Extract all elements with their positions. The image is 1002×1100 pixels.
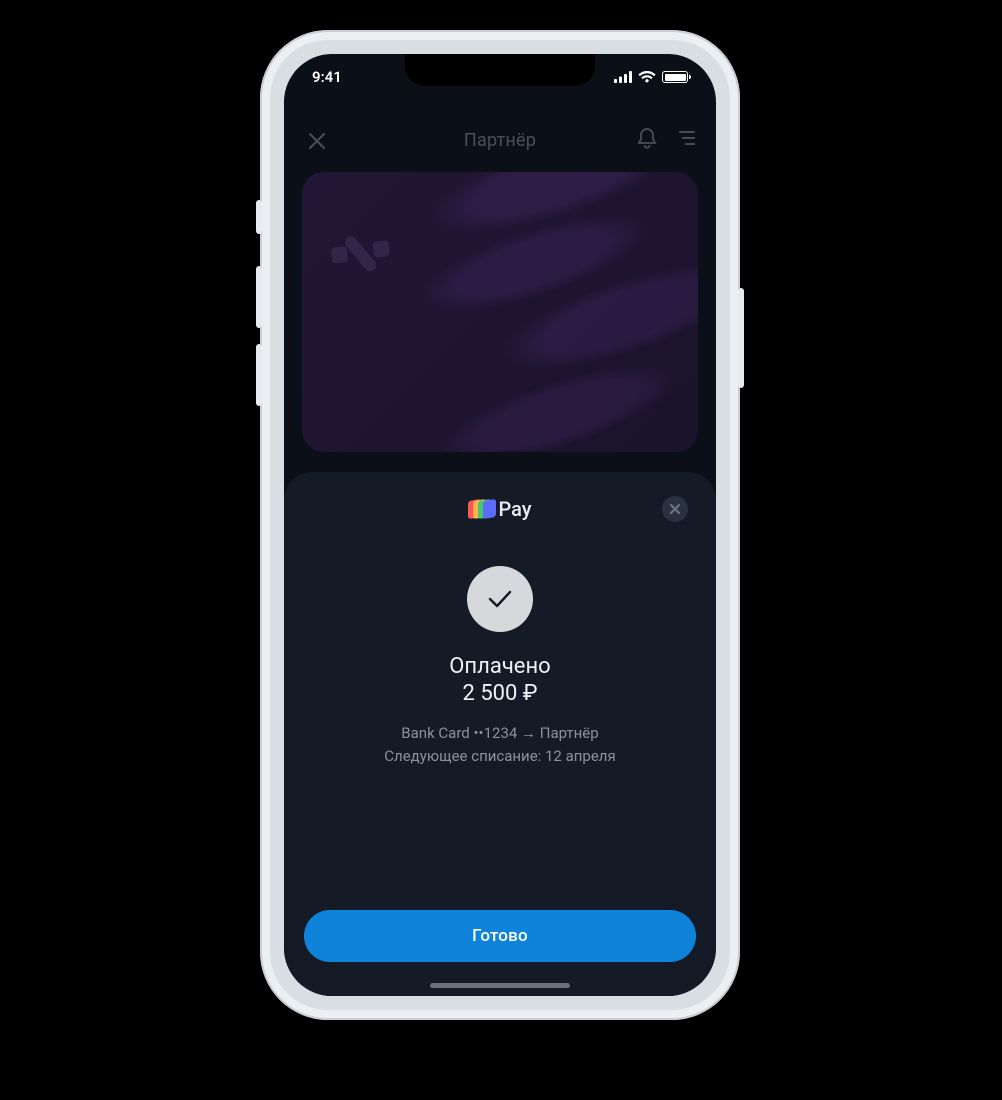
partner-card bbox=[302, 172, 698, 452]
silence-switch bbox=[256, 200, 262, 234]
battery-icon bbox=[662, 71, 688, 83]
menu-icon[interactable] bbox=[674, 129, 696, 151]
status-time: 9:41 bbox=[312, 68, 342, 86]
next-charge-line: Следующее списание: 12 апреля bbox=[304, 745, 696, 768]
bell-icon[interactable] bbox=[636, 126, 658, 154]
close-icon[interactable] bbox=[306, 130, 328, 152]
phone-frame: 9:41 Партнёр bbox=[260, 30, 740, 1020]
screen: 9:41 Партнёр bbox=[284, 54, 716, 996]
done-button[interactable]: Готово bbox=[304, 910, 696, 962]
page-title: Партнёр bbox=[464, 130, 536, 151]
success-check-icon bbox=[467, 566, 533, 632]
app-bar: Партнёр bbox=[284, 112, 716, 168]
notch bbox=[405, 54, 595, 86]
pay-logo: Pay bbox=[468, 497, 531, 521]
payment-status-title: Оплачено bbox=[304, 654, 696, 679]
wallet-icon bbox=[468, 498, 490, 520]
volume-down-button bbox=[256, 344, 262, 406]
power-button bbox=[738, 288, 744, 388]
sheet-close-button[interactable] bbox=[662, 496, 688, 522]
payment-sheet: Pay Оплачено 2 500 ₽ Bank Card ••1234 → … bbox=[284, 472, 716, 996]
home-indicator[interactable] bbox=[430, 983, 570, 988]
pay-brand-text: Pay bbox=[498, 497, 531, 521]
cellular-signal-icon bbox=[614, 71, 632, 83]
payment-amount: 2 500 ₽ bbox=[304, 681, 696, 706]
transfer-line: Bank Card ••1234 → Партнёр bbox=[304, 722, 696, 745]
volume-up-button bbox=[256, 266, 262, 328]
wifi-icon bbox=[638, 71, 656, 83]
percent-icon bbox=[326, 208, 392, 276]
